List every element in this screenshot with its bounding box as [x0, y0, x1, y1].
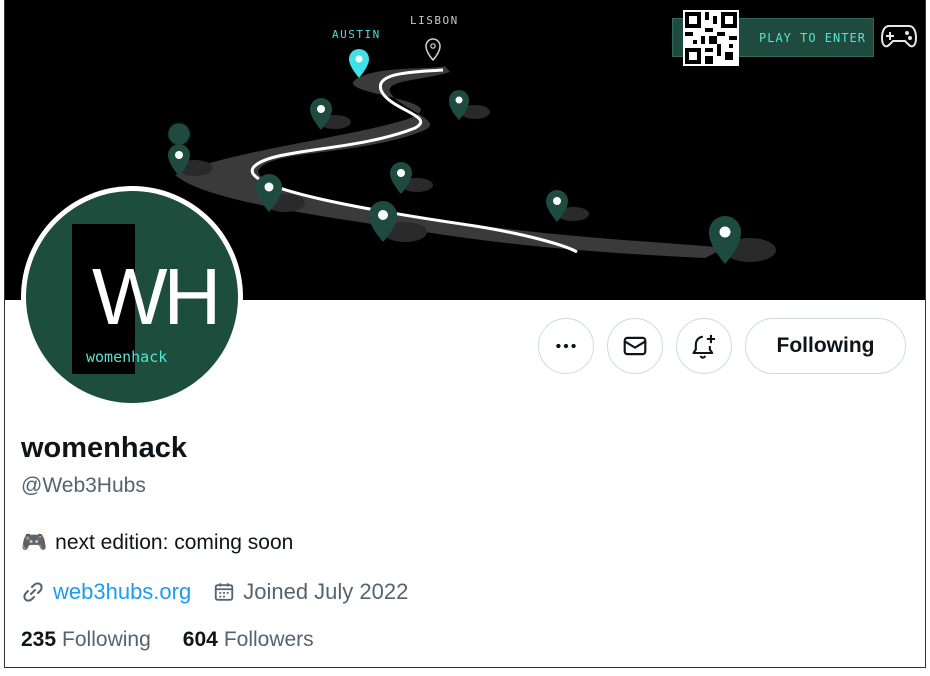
followers-label: Followers	[223, 628, 314, 651]
message-button[interactable]	[607, 318, 663, 374]
road-shape	[175, 66, 725, 258]
bell-plus-icon	[692, 334, 716, 359]
website-link[interactable]: web3hubs.org	[53, 579, 191, 605]
profile-bio: 🎮 next edition: coming soon	[21, 531, 293, 555]
mail-icon	[623, 336, 647, 356]
following-count: 235	[21, 628, 57, 651]
gamepad-emoji-icon: 🎮	[21, 531, 48, 554]
promo-text: PLAY TO ENTER	[759, 31, 866, 45]
display-name: womenhack	[21, 432, 187, 464]
user-handle: @Web3Hubs	[21, 474, 146, 497]
avatar-label: womenhack	[86, 348, 168, 366]
city-label-austin: AUSTIN	[332, 28, 381, 41]
followers-stat-link[interactable]: 604 Followers	[183, 628, 314, 652]
joined-date: Joined July 2022	[243, 579, 409, 604]
following-button[interactable]: Following	[745, 318, 906, 374]
more-icon	[556, 343, 576, 349]
bio-text: next edition: coming soon	[55, 531, 294, 554]
calendar-icon	[215, 583, 234, 601]
following-stat-link[interactable]: 235 Following	[21, 628, 151, 652]
notify-button[interactable]	[676, 318, 732, 374]
followers-count: 604	[182, 628, 218, 651]
avatar[interactable]: WH womenhack	[26, 191, 238, 403]
profile-meta: web3hubs.org Joined July 2022	[21, 579, 408, 605]
gamepad-icon	[881, 20, 917, 52]
link-icon	[23, 582, 43, 602]
follow-stats: 235 Following 604 Followers	[21, 628, 314, 652]
city-label-lisbon: LISBON	[410, 14, 459, 27]
avatar-monogram: WH	[92, 252, 221, 341]
qr-code-icon	[683, 10, 739, 66]
following-label: Following	[62, 628, 151, 651]
profile-card: AUSTIN LISBON PLAY TO ENTER WH womenhack…	[4, 0, 926, 668]
more-options-button[interactable]	[538, 318, 594, 374]
